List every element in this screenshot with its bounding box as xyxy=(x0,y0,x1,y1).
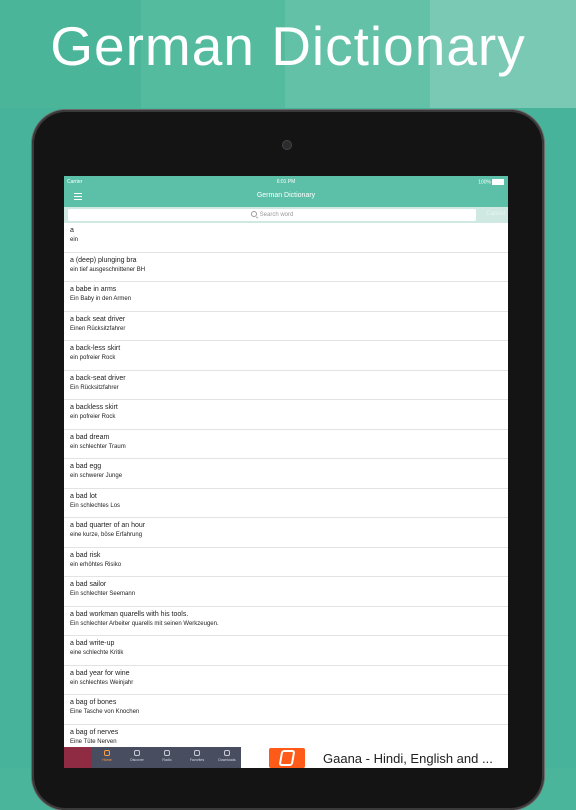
list-item[interactable]: a bad dream ein schlechter Traum xyxy=(64,430,508,459)
cancel-button[interactable]: Cancel xyxy=(486,211,505,217)
ad-tab: Downloads xyxy=(212,749,242,762)
ad-tab-label: Downloads xyxy=(218,758,236,762)
entry-word: a bad egg xyxy=(70,463,102,470)
entry-word: a backless skirt xyxy=(70,404,118,411)
battery-icon xyxy=(492,179,504,185)
entry-translation: Ein Rücksitzfahrer xyxy=(70,384,119,391)
ad-banner[interactable]: Home Discover Radio Favorites Downloads Gaan… xyxy=(64,747,508,768)
ad-tab-label: Home xyxy=(102,758,112,762)
ad-tab: Home xyxy=(92,749,122,762)
list-item[interactable]: a back-less skirt ein pofreier Rock xyxy=(64,341,508,371)
entry-word: a bag of bones xyxy=(70,699,117,706)
list-item[interactable]: a bad write-up eine schlechte Kritik xyxy=(64,636,508,666)
list-item[interactable]: a bag of bones Eine Tasche von Knochen xyxy=(64,695,508,725)
list-item[interactable]: a back seat driver Einen Rücksitzfahrer xyxy=(64,312,508,341)
entry-translation: Eine Tasche von Knochen xyxy=(70,709,140,715)
entry-word: a back seat driver xyxy=(70,315,126,323)
ad-tab: Radio xyxy=(152,749,182,762)
entry-translation: eine kurze, böse Erfahrung xyxy=(70,532,143,538)
ad-tab: Favorites xyxy=(182,749,212,762)
list-item[interactable]: a back-seat driver Ein Rücksitzfahrer xyxy=(64,371,508,400)
entry-translation: Ein schlechtes Los xyxy=(70,502,121,509)
list-item[interactable]: a bad year for wine ein schlechtes Weinja… xyxy=(64,666,508,695)
entry-word: a bad risk xyxy=(70,551,101,559)
entry-translation: ein tief ausgeschnittener BH xyxy=(70,266,146,273)
entry-translation: Ein schlechter Seemann xyxy=(70,591,136,597)
list-item[interactable]: a bad workman quarells with his tools. Ei… xyxy=(64,607,508,636)
entry-translation: ein schlechter Traum xyxy=(70,443,126,450)
nav-bar: German Dictionary xyxy=(64,187,508,207)
status-time: 6:01 PM xyxy=(276,179,296,185)
entry-word: a back-less skirt xyxy=(70,345,121,352)
entry-word: a (deep) plunging bra xyxy=(70,256,137,264)
nav-title: German Dictionary xyxy=(256,192,316,199)
entry-word: a bad quarter of an hour xyxy=(70,522,146,529)
word-list: a ein a (deep) plunging bra ein tief ausges… xyxy=(64,223,508,754)
ad-tab-label: Favorites xyxy=(189,758,205,762)
entry-translation: ein xyxy=(70,237,79,243)
ad-app-screenshot: Home Discover Radio Favorites Downloads xyxy=(64,747,241,768)
list-item[interactable]: a bad sailor Ein schlechter Seemann xyxy=(64,577,508,607)
entry-translation: ein erhöhtes Risiko xyxy=(70,561,122,568)
entry-translation: eine schlechte Kritik xyxy=(70,650,124,656)
entry-word: a back-seat driver xyxy=(70,374,126,382)
status-bar: Carrier 6:01 PM 100% xyxy=(64,176,508,187)
entry-translation: Ein Baby in den Armen xyxy=(70,296,132,302)
list-item[interactable]: a (deep) plunging bra ein tief ausgeschni… xyxy=(64,253,508,282)
entry-word: a bad workman quarells with his tools. xyxy=(70,610,189,618)
search-placeholder: Search word xyxy=(259,212,294,218)
list-item[interactable]: a bad risk ein erhöhtes Risiko xyxy=(64,548,508,577)
ad-tab-icon xyxy=(194,750,200,756)
search-input[interactable]: Search word xyxy=(68,209,476,221)
entry-translation: ein pofreier Rock xyxy=(70,414,116,420)
list-item[interactable]: a ein xyxy=(64,223,508,253)
app-screen: Carrier 6:01 PM 100% German Dictionary S… xyxy=(64,176,508,768)
ad-tab-icon xyxy=(134,750,140,756)
list-item[interactable]: a backless skirt ein pofreier Rock xyxy=(64,400,508,430)
list-item[interactable]: a babe in arms Ein Baby in den Armen xyxy=(64,282,508,312)
ad-tabbar: Home Discover Radio Favorites Downloads xyxy=(92,747,241,768)
ad-tab-icon xyxy=(224,750,230,756)
ad-tab-label: Discover xyxy=(130,758,144,762)
entry-word: a bad year for wine xyxy=(70,669,130,677)
search-bar: Search word Cancel xyxy=(64,207,508,223)
ad-app-logo xyxy=(269,748,305,768)
entry-translation: ein schlechtes Weinjahr xyxy=(70,679,134,686)
ad-tab: Discover xyxy=(122,749,152,762)
entry-word: a bad dream xyxy=(70,433,110,441)
entry-translation: Eine Tüte Nerven xyxy=(70,738,117,745)
list-item[interactable]: a bad egg ein schwerer Junge xyxy=(64,459,508,489)
entry-word: a xyxy=(70,227,74,234)
status-battery: 100% xyxy=(478,179,504,185)
entry-translation: Ein schlechter Arbeiter quarells mit sei… xyxy=(70,620,219,627)
entry-word: a bad sailor xyxy=(70,581,107,588)
entry-translation: ein pofreier Rock xyxy=(70,355,116,361)
ad-text[interactable]: Gaana - Hindi, English and ... xyxy=(323,751,493,766)
entry-word: a bad lot xyxy=(70,492,97,500)
list-item[interactable]: a bad quarter of an hour eine kurze, böse… xyxy=(64,518,508,548)
entry-translation: Einen Rücksitzfahrer xyxy=(70,325,126,332)
camera-icon xyxy=(282,140,292,150)
entry-word: a bag of nerves xyxy=(70,728,119,736)
list-item[interactable]: a bad lot Ein schlechtes Los xyxy=(64,489,508,518)
search-icon xyxy=(250,211,257,217)
entry-translation: ein schwerer Junge xyxy=(70,473,123,479)
ad-tab-label: Radio xyxy=(162,758,172,762)
search-placeholder-wrap: Search word xyxy=(68,211,476,218)
banner-title: German Dictionary xyxy=(50,15,526,77)
ad-tab-icon xyxy=(104,750,110,756)
battery-percent: 100% xyxy=(478,179,491,186)
ad-tab-icon xyxy=(164,750,170,756)
entry-word: a babe in arms xyxy=(70,286,117,293)
entry-word: a bad write-up xyxy=(70,640,115,647)
